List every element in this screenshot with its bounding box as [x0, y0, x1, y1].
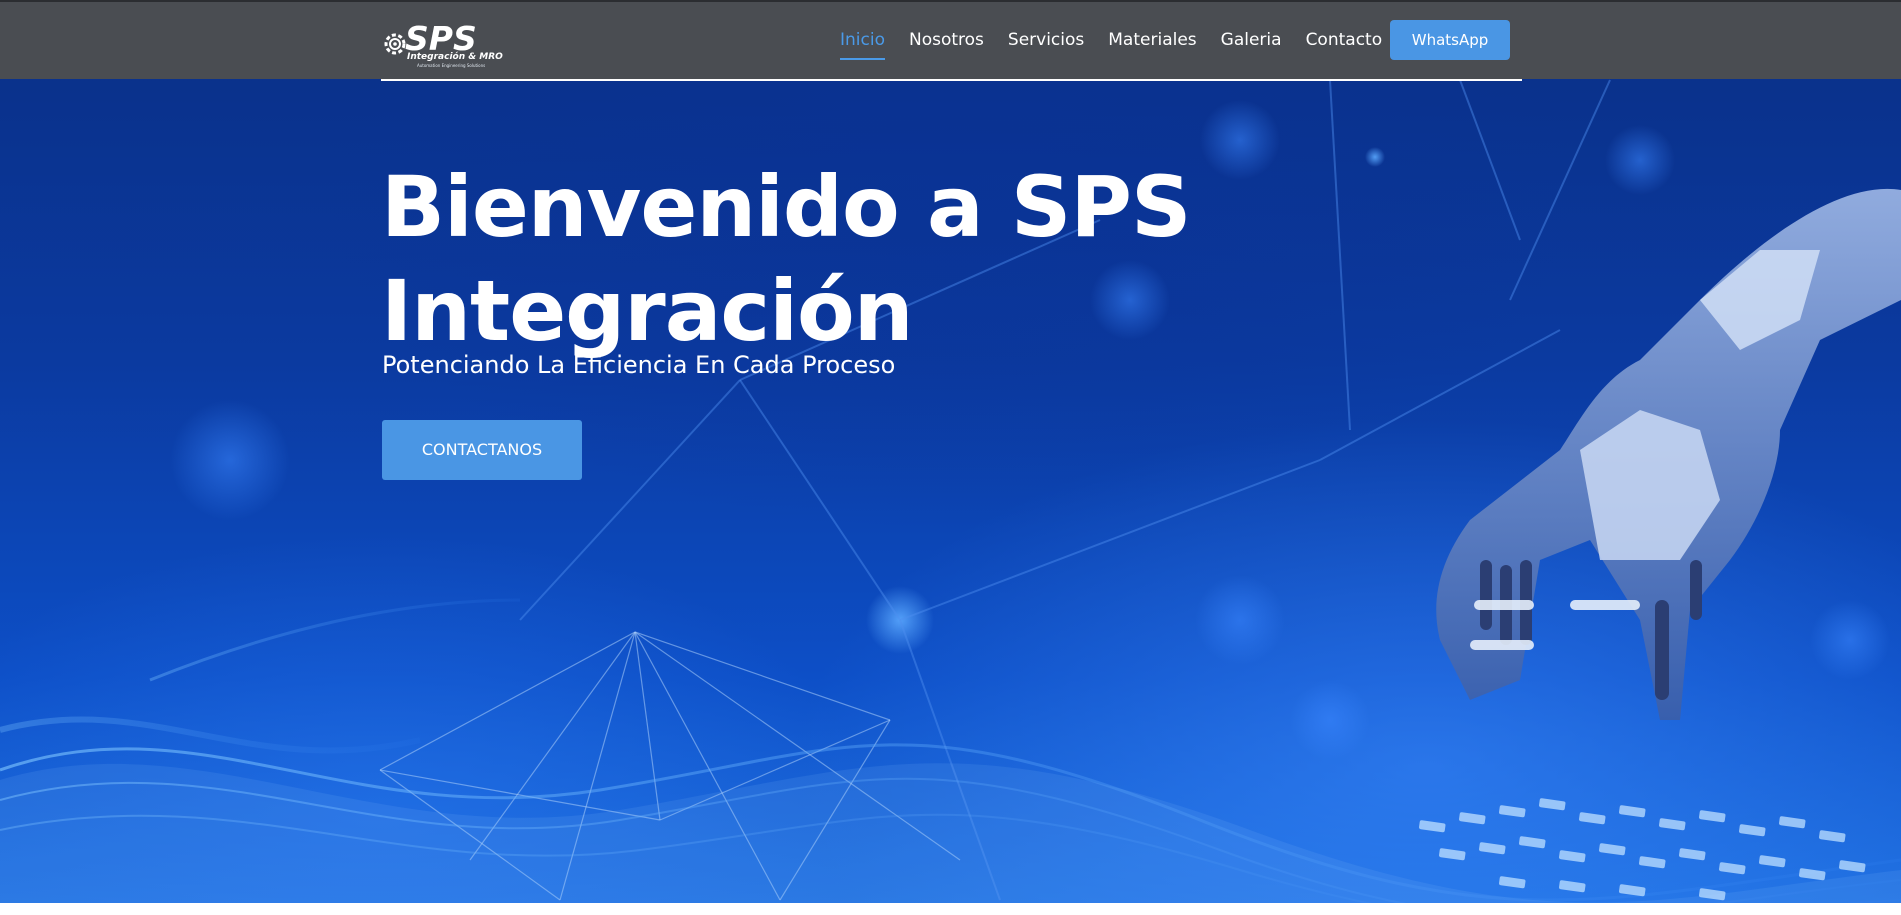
site-logo[interactable]: SPS Integración & MRO Automation Enginee…	[381, 22, 503, 68]
hero-subtitle: Potenciando La Eficiencia En Cada Proces…	[382, 351, 896, 379]
whatsapp-button[interactable]: WhatsApp	[1390, 20, 1510, 60]
hero-title-line1: Bienvenido a SPS	[381, 158, 1191, 256]
logo-tagline: Automation Engineering Solutions	[417, 63, 486, 68]
hero-title: Bienvenido a SPS Integración	[381, 155, 1281, 363]
nav-item-materiales[interactable]: Materiales	[1108, 28, 1196, 52]
page-bottom-edge	[0, 903, 1901, 915]
contact-cta-button[interactable]: CONTACTANOS	[382, 420, 582, 480]
nav-item-galeria[interactable]: Galeria	[1221, 28, 1282, 52]
nav-item-inicio[interactable]: Inicio	[840, 28, 885, 60]
nav-item-servicios[interactable]: Servicios	[1008, 28, 1084, 52]
nav-divider	[381, 79, 1522, 81]
nav-item-contacto[interactable]: Contacto	[1306, 28, 1383, 52]
hero-title-line2: Integración	[381, 262, 914, 360]
navbar: SPS Integración & MRO Automation Enginee…	[0, 2, 1901, 81]
logo-text: SPS	[405, 19, 477, 58]
hero-section: Bienvenido a SPS Integración Potenciando…	[0, 0, 1901, 903]
logo-subtitle: Integración & MRO	[407, 52, 503, 62]
hero-background-illustration	[0, 79, 1901, 903]
page: Bienvenido a SPS Integración Potenciando…	[0, 0, 1901, 915]
nav-item-nosotros[interactable]: Nosotros	[909, 28, 984, 52]
main-nav: Inicio Nosotros Servicios Materiales Gal…	[840, 28, 1406, 60]
